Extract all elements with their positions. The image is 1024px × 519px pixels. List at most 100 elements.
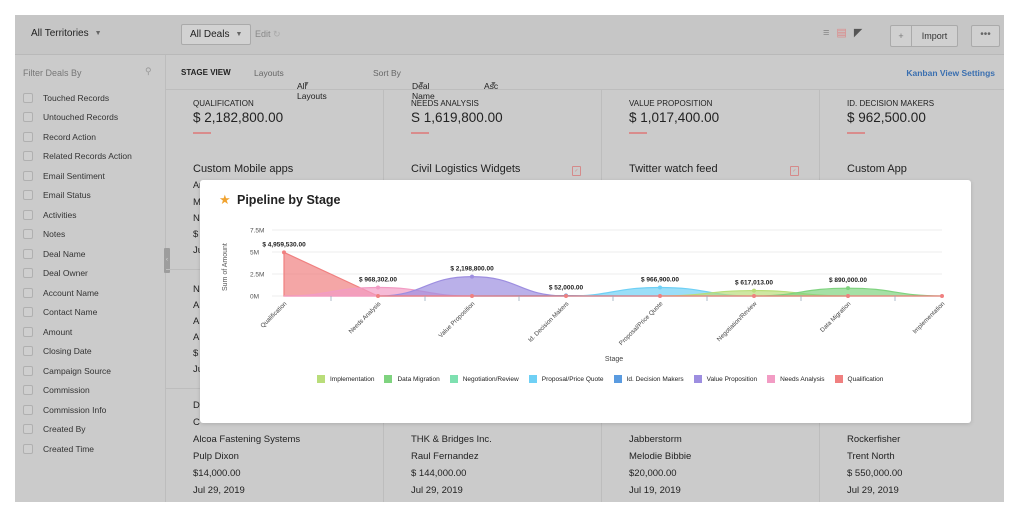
stage-view-label: STAGE VIEW bbox=[181, 68, 231, 77]
filter-checkbox[interactable] bbox=[23, 209, 33, 220]
deal-card[interactable]: Rockerfisher Trent North $ 550,000.00 Ju… bbox=[847, 434, 902, 502]
filter-item[interactable]: Account Name bbox=[23, 283, 132, 303]
filter-label: Deal Name bbox=[43, 248, 86, 259]
deal-date: Jul 29, 2019 bbox=[193, 485, 245, 496]
legend-label: Implementation bbox=[330, 375, 375, 383]
deal-card[interactable]: THK & Bridges Inc. Raul Fernandez $ 144,… bbox=[411, 434, 492, 502]
legend-swatch bbox=[834, 375, 843, 383]
filter-checkbox[interactable] bbox=[23, 443, 33, 454]
baseline-point bbox=[752, 294, 756, 298]
search-icon[interactable]: ⚲ bbox=[145, 66, 152, 77]
filter-label: Deal Owner bbox=[43, 268, 88, 279]
chart-view-icon[interactable]: ◤ bbox=[854, 26, 862, 39]
deal-name: Twitter watch feed bbox=[629, 163, 718, 175]
filter-checkbox[interactable] bbox=[23, 229, 33, 240]
create-deal-button[interactable]: + bbox=[891, 26, 912, 46]
filter-sidebar: Filter Deals By ⚲ Touched Records Untouch… bbox=[15, 55, 166, 502]
filter-checkbox[interactable] bbox=[23, 112, 33, 123]
filter-label: Commission bbox=[43, 385, 90, 396]
filter-item[interactable]: Deal Owner bbox=[23, 264, 132, 284]
filter-checkbox[interactable] bbox=[23, 307, 33, 318]
filter-item[interactable]: Closing Date bbox=[23, 342, 132, 362]
filter-item[interactable]: Commission Info bbox=[23, 400, 132, 420]
filter-item[interactable]: Related Records Action bbox=[23, 147, 132, 167]
filter-item[interactable]: Commission bbox=[23, 381, 132, 401]
filter-checkbox[interactable] bbox=[23, 268, 33, 279]
filter-item[interactable]: Email Sentiment bbox=[23, 166, 132, 186]
legend-label: Needs Analysis bbox=[780, 375, 825, 383]
filter-checkbox[interactable] bbox=[23, 326, 33, 337]
filter-item[interactable]: Activities bbox=[23, 205, 132, 225]
kanban-view-settings-link[interactable]: Kanban View Settings bbox=[906, 68, 995, 78]
x-tick-label: Negotiation/Review bbox=[716, 300, 759, 343]
legend-swatch bbox=[528, 375, 537, 383]
filter-checkbox[interactable] bbox=[23, 131, 33, 142]
import-button[interactable]: Import bbox=[912, 26, 957, 46]
x-tick-label: Needs Analysis bbox=[348, 300, 383, 335]
filter-item[interactable]: Touched Records bbox=[23, 88, 132, 108]
area-value-proposition bbox=[377, 276, 567, 297]
territory-select[interactable]: All Territories ▼ bbox=[31, 28, 102, 39]
filter-checkbox[interactable] bbox=[23, 151, 33, 162]
x-tick-label: Proposal/Price Quote bbox=[618, 300, 665, 347]
chevron-down-icon: ▼ bbox=[490, 81, 497, 88]
create-import-group: + Import bbox=[890, 25, 958, 47]
legend-label: Id. Decision Makers bbox=[626, 375, 684, 383]
list-view-icon[interactable]: ≡ bbox=[823, 27, 829, 39]
filter-checkbox[interactable] bbox=[23, 190, 33, 201]
kanban-view-icon[interactable]: ▤ bbox=[836, 26, 846, 39]
legend-item[interactable]: Implementation bbox=[317, 375, 374, 383]
filter-item[interactable]: Deal Name bbox=[23, 244, 132, 264]
deal-date: Jul 29, 2019 bbox=[411, 485, 463, 496]
data-label: $ 617,013.00 bbox=[735, 280, 773, 287]
filter-label: Account Name bbox=[43, 287, 99, 298]
filter-checkbox[interactable] bbox=[23, 385, 33, 396]
filter-item[interactable]: Amount bbox=[23, 322, 132, 342]
deal-card[interactable]: Jabberstorm Melodie Bibbie $20,000.00 Ju… bbox=[629, 434, 691, 502]
filter-checkbox[interactable] bbox=[23, 92, 33, 103]
filter-label: Touched Records bbox=[43, 92, 110, 103]
legend-swatch bbox=[767, 375, 776, 383]
deal-name: Custom App bbox=[847, 163, 907, 175]
filter-item[interactable]: Email Status bbox=[23, 186, 132, 206]
baseline-point bbox=[376, 294, 380, 298]
legend-item[interactable]: Needs Analysis bbox=[767, 375, 825, 383]
filter-item[interactable]: Campaign Source bbox=[23, 361, 132, 381]
stage-name: ID. DECISION MAKERS bbox=[847, 99, 935, 108]
filter-checkbox[interactable] bbox=[23, 365, 33, 376]
view-select[interactable]: All Deals ▼ bbox=[181, 24, 252, 45]
baseline-point bbox=[470, 294, 474, 298]
legend-item[interactable]: Proposal/Price Quote bbox=[528, 375, 604, 383]
filter-item[interactable]: Record Action bbox=[23, 127, 132, 147]
filter-checkbox[interactable] bbox=[23, 424, 33, 435]
legend-item[interactable]: Value Proposition bbox=[693, 375, 757, 383]
stage-underline bbox=[629, 132, 647, 134]
chevron-down-icon: ▼ bbox=[94, 29, 102, 37]
filter-checkbox[interactable] bbox=[23, 248, 33, 259]
edit-view-link[interactable]: Edit ↻ bbox=[255, 29, 281, 40]
chevron-down-icon: ▼ bbox=[235, 31, 243, 38]
filter-checkbox[interactable] bbox=[23, 404, 33, 415]
legend-item[interactable]: Id. Decision Makers bbox=[613, 375, 684, 383]
legend-item[interactable]: Data Migration bbox=[384, 375, 440, 383]
filter-checkbox[interactable] bbox=[23, 287, 33, 298]
filter-checkbox[interactable] bbox=[23, 170, 33, 181]
filter-item[interactable]: Untouched Records bbox=[23, 108, 132, 128]
stage-underline bbox=[193, 132, 211, 134]
y-tick-label: 5M bbox=[250, 250, 259, 257]
legend-item[interactable]: Qualification bbox=[834, 375, 883, 383]
deal-date: Jul 29, 2019 bbox=[847, 485, 899, 496]
filter-item[interactable]: Created Time bbox=[23, 439, 132, 459]
task-icon[interactable]: ✓ bbox=[790, 166, 799, 176]
filter-item[interactable]: Created By bbox=[23, 420, 132, 440]
data-point bbox=[658, 285, 662, 290]
stage-name: NEEDS ANALYSIS bbox=[411, 99, 479, 108]
y-axis-label: Sum of Amount bbox=[222, 243, 229, 291]
legend-item[interactable]: Negotiation/Review bbox=[449, 375, 519, 383]
filter-checkbox[interactable] bbox=[23, 346, 33, 357]
filter-item[interactable]: Contact Name bbox=[23, 303, 132, 323]
task-icon[interactable]: ✓ bbox=[572, 166, 581, 176]
more-options-button[interactable]: ••• bbox=[971, 25, 1000, 47]
baseline-point bbox=[846, 294, 850, 298]
filter-item[interactable]: Notes bbox=[23, 225, 132, 245]
